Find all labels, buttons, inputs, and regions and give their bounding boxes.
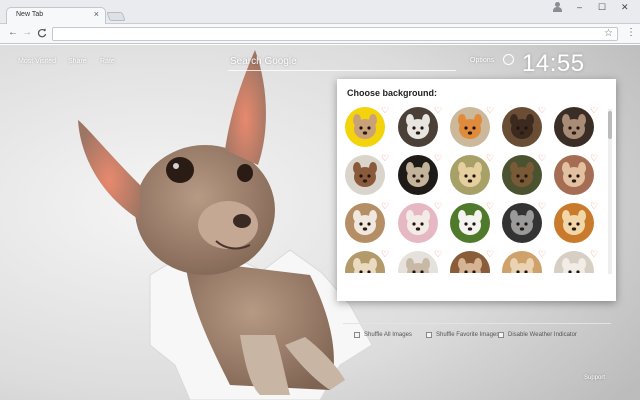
thumbnail-grid: ♡ ♡ ♡ ♡ ♡ ♡ ♡ ♡ ♡ ♡ ♡ ♡ ♡ ♡ ♡ ♡ ♡ ♡ ♡ ♡ (337, 107, 607, 273)
panel-title: Choose background: (347, 88, 438, 98)
panel-scrollbar[interactable] (608, 109, 612, 274)
forward-icon[interactable]: → (22, 27, 32, 39)
options-link[interactable]: Options (470, 57, 494, 64)
maximize-icon[interactable]: ☐ (598, 3, 606, 12)
favorite-heart-icon[interactable]: ♡ (538, 107, 546, 115)
background-thumbnail-pug-dark[interactable] (398, 155, 438, 195)
favorite-heart-icon[interactable]: ♡ (486, 107, 494, 115)
favorite-heart-icon[interactable]: ♡ (590, 107, 598, 115)
background-thumbnail-puppies-pink[interactable] (398, 203, 438, 243)
share-link[interactable]: Share (68, 58, 87, 65)
background-thumbnail-dog-bw[interactable] (502, 203, 542, 243)
favorite-heart-icon[interactable]: ♡ (590, 154, 598, 163)
tab-title: New Tab (16, 11, 44, 18)
favorite-heart-icon[interactable]: ♡ (381, 250, 389, 259)
favorite-heart-icon[interactable]: ♡ (434, 154, 442, 163)
background-thumbnail-puppy-light[interactable] (554, 251, 594, 273)
clock: 14:55 (522, 50, 585, 77)
background-thumbnail-puppy-on-wood[interactable] (502, 107, 542, 147)
menu-icon[interactable]: ⋮ (626, 27, 636, 39)
favorite-heart-icon[interactable]: ♡ (538, 202, 546, 211)
background-thumbnail-puppy-brown[interactable] (450, 251, 490, 273)
most-visited-link[interactable]: Most Visited (18, 58, 56, 65)
checkbox-box[interactable] (354, 332, 360, 338)
background-thumbnail-puppy-doorway[interactable] (345, 203, 385, 243)
choose-background-panel: Choose background: ♡ ♡ ♡ ♡ ♡ ♡ ♡ ♡ ♡ ♡ ♡ ♡ ♡ ♡ ♡ ♡ ♡ ♡ ♡ ♡ … (337, 79, 616, 338)
tab-strip: New Tab × – ☐ ✕ (0, 0, 640, 24)
background-thumbnail-puppy-autumn[interactable] (554, 203, 594, 243)
support-link[interactable]: Support (584, 375, 605, 381)
checkbox-box[interactable] (426, 332, 432, 338)
checkbox-box[interactable] (498, 332, 504, 338)
reload-icon[interactable] (37, 27, 47, 42)
weather-icon[interactable] (503, 54, 514, 65)
favorite-heart-icon[interactable]: ♡ (381, 107, 389, 115)
background-thumbnail-puppy-tan[interactable] (502, 251, 542, 273)
bookmark-star-icon[interactable]: ☆ (604, 28, 613, 40)
favorite-heart-icon[interactable]: ♡ (434, 250, 442, 259)
rate-link[interactable]: Rate (100, 58, 115, 65)
checkbox-label: Shuffle All Images (364, 332, 412, 338)
browser-toolbar: ← → ☆ ⋮ (0, 24, 640, 44)
background-thumbnail-dark-puppy[interactable] (554, 107, 594, 147)
scrollbar-thumb[interactable] (608, 111, 612, 139)
favorite-heart-icon[interactable]: ♡ (538, 250, 546, 259)
back-icon[interactable]: ← (8, 27, 18, 39)
tab-new-tab[interactable]: New Tab × (6, 7, 106, 24)
background-thumbnail-puppies-basket[interactable] (554, 155, 594, 195)
tab-close-icon[interactable]: × (94, 10, 99, 19)
favorite-heart-icon[interactable]: ♡ (486, 250, 494, 259)
background-thumbnail-dogs-on-log[interactable] (502, 155, 542, 195)
background-thumbnail-puppy-field[interactable] (345, 251, 385, 273)
background-thumbnail-puppy-toy-colorful[interactable] (450, 107, 490, 147)
checkbox-label: Shuffle Favorite Images (436, 332, 500, 338)
close-window-icon[interactable]: ✕ (621, 3, 629, 12)
minimize-icon[interactable]: – (577, 3, 582, 12)
shuffle-all-checkbox[interactable]: Shuffle All Images (354, 332, 412, 338)
favorite-heart-icon[interactable]: ♡ (538, 154, 546, 163)
favorite-heart-icon[interactable]: ♡ (434, 202, 442, 211)
background-thumbnail-pug-grass[interactable] (450, 155, 490, 195)
footer-divider (343, 323, 611, 324)
profile-icon[interactable] (553, 2, 562, 12)
favorite-heart-icon[interactable]: ♡ (590, 202, 598, 211)
address-bar[interactable]: ☆ (52, 27, 618, 41)
background-thumbnail-dog-with-toy[interactable] (398, 107, 438, 147)
checkbox-label: Disable Weather Indicator (508, 332, 577, 338)
favorite-heart-icon[interactable]: ♡ (590, 250, 598, 259)
favorite-heart-icon[interactable]: ♡ (434, 107, 442, 115)
favorite-heart-icon[interactable]: ♡ (486, 154, 494, 163)
background-thumbnail-puppy-white-bg[interactable] (345, 155, 385, 195)
search-input[interactable]: Search Google (228, 53, 456, 71)
new-tab-button[interactable] (106, 12, 126, 21)
panel-footer: Shuffle All Images Shuffle Favorite Imag… (337, 329, 616, 345)
favorite-heart-icon[interactable]: ♡ (381, 154, 389, 163)
background-thumbnail-puppy-white[interactable] (398, 251, 438, 273)
favorite-heart-icon[interactable]: ♡ (486, 202, 494, 211)
favorite-heart-icon[interactable]: ♡ (381, 202, 389, 211)
background-thumbnail-chihuahua-yellow-background[interactable] (345, 107, 385, 147)
disable-weather-checkbox[interactable]: Disable Weather Indicator (498, 332, 577, 338)
new-tab-page: Most Visited Share Rate Search Google Op… (0, 45, 640, 400)
background-thumbnail-puppies-grass[interactable] (450, 203, 490, 243)
shuffle-favorite-checkbox[interactable]: Shuffle Favorite Images (426, 332, 499, 338)
